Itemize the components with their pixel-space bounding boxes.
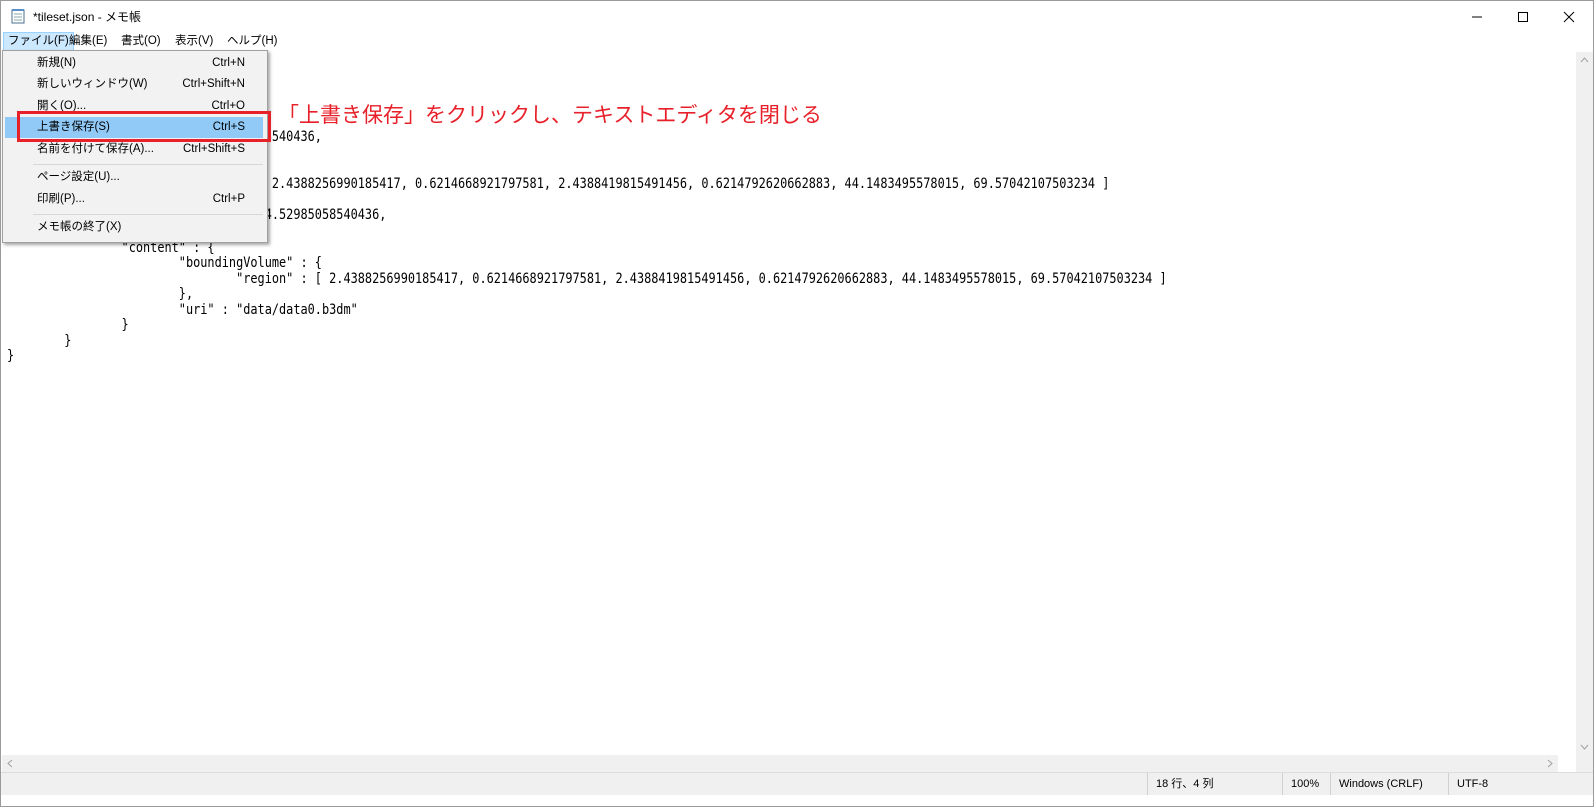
- menu-item-shortcut: Ctrl+P: [212, 193, 245, 205]
- menu-format[interactable]: 書式(O): [117, 33, 165, 50]
- menu-view[interactable]: 表示(V): [171, 33, 217, 50]
- editor-line: }: [7, 333, 72, 349]
- editor-line: }: [7, 317, 129, 333]
- menu-item-exit[interactable]: メモ帳の終了(X): [5, 217, 263, 238]
- scroll-left-icon[interactable]: [7, 759, 13, 768]
- editor-line: "boundingVolume" : {: [7, 255, 322, 271]
- menu-item-shortcut: Ctrl+Shift+S: [183, 143, 245, 155]
- scrollbar-corner: [1576, 755, 1593, 772]
- save-highlight-box: [17, 111, 271, 142]
- vertical-scrollbar[interactable]: [1576, 52, 1593, 755]
- menu-help[interactable]: ヘルプ(H): [223, 33, 281, 50]
- menu-item-save-as[interactable]: 名前を付けて保存(A)... Ctrl+Shift+S: [5, 139, 263, 160]
- menu-edit[interactable]: 編集(E): [65, 33, 111, 50]
- maximize-button[interactable]: [1500, 1, 1546, 31]
- window-title: *tileset.json - メモ帳: [33, 10, 142, 24]
- menu-item-shortcut: Ctrl+N: [212, 57, 245, 69]
- horizontal-scrollbar[interactable]: [2, 755, 1558, 772]
- notepad-icon: [11, 9, 25, 24]
- menu-file[interactable]: ファイル(F): [3, 32, 74, 51]
- menu-item-label: 名前を付けて保存(A)...: [37, 143, 154, 155]
- status-bar: 18 行、4 列 100% Windows (CRLF) UTF-8: [1, 772, 1593, 795]
- status-position: 18 行、4 列: [1147, 773, 1284, 795]
- menu-item-label: 新しいウィンドウ(W): [37, 78, 148, 90]
- close-button[interactable]: [1546, 1, 1592, 31]
- menu-item-page-setup[interactable]: ページ設定(U)...: [5, 167, 263, 188]
- scroll-down-icon[interactable]: [1580, 744, 1589, 750]
- menu-item-label: ページ設定(U)...: [37, 171, 120, 183]
- maximize-icon: [1518, 12, 1528, 22]
- instruction-annotation: 「上書き保存」をクリックし、テキストエディタを閉じる: [278, 103, 822, 127]
- file-menu-dropdown: 新規(N) Ctrl+N 新しいウィンドウ(W) Ctrl+Shift+N 開く…: [2, 50, 268, 243]
- editor-line: "region" : [ 2.4388256990185417, 0.62146…: [7, 271, 1167, 287]
- menu-item-label: 印刷(P)...: [37, 193, 85, 205]
- minimize-icon: [1472, 16, 1482, 18]
- editor-line: },: [7, 286, 194, 302]
- editor-line: "uri" : "data/data0.b3dm": [7, 302, 358, 318]
- editor-line: }: [7, 348, 15, 364]
- status-line-ending: Windows (CRLF): [1330, 773, 1449, 795]
- title-bar[interactable]: *tileset.json - メモ帳: [1, 1, 1593, 31]
- menu-item-shortcut: Ctrl+Shift+N: [182, 78, 245, 90]
- menu-item-label: メモ帳の終了(X): [37, 221, 122, 233]
- menu-item-print[interactable]: 印刷(P)... Ctrl+P: [5, 189, 263, 210]
- menu-item-new[interactable]: 新規(N) Ctrl+N: [5, 53, 263, 74]
- scroll-right-icon[interactable]: [1547, 759, 1553, 768]
- menu-item-label: 新規(N): [37, 57, 76, 69]
- menu-item-new-window[interactable]: 新しいウィンドウ(W) Ctrl+Shift+N: [5, 74, 263, 95]
- status-encoding: UTF-8: [1448, 773, 1577, 795]
- status-zoom: 100%: [1282, 773, 1331, 795]
- close-icon: [1563, 11, 1575, 23]
- menu-separator: [33, 164, 263, 165]
- menu-bar: ファイル(F) 編集(E) 書式(O) 表示(V) ヘルプ(H): [1, 31, 1593, 51]
- minimize-button[interactable]: [1454, 1, 1500, 31]
- menu-separator: [33, 214, 263, 215]
- scroll-up-icon[interactable]: [1580, 57, 1589, 63]
